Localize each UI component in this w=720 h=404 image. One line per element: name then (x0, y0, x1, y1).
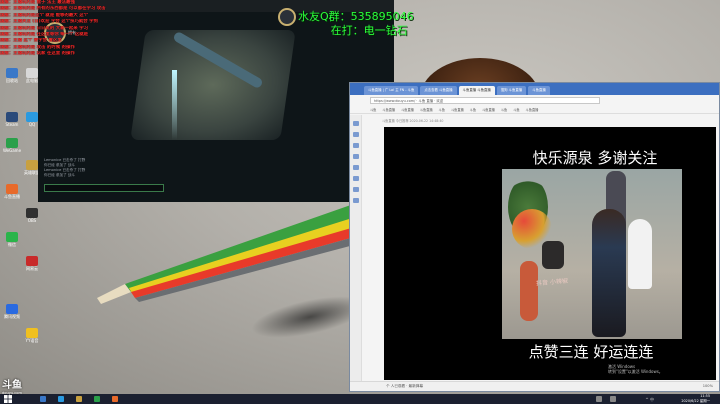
taskbar: ^ 中 11:55 2020/6/22 星期一 (0, 394, 720, 404)
overlay-line: 国服：主播玩的是 玩家 在这里 的操作 (0, 51, 75, 57)
app-icon (6, 68, 18, 78)
bookmark-item[interactable]: 斗鱼直播 (482, 107, 495, 112)
current-rank: 在打：电一钻石 (330, 24, 408, 37)
browser-sidebar (350, 115, 362, 391)
desktop-icon[interactable]: OBS (22, 208, 42, 232)
sidebar-game-icon[interactable] (352, 176, 359, 181)
app-icon (26, 112, 38, 122)
browser-tab-strip: 斗鱼直播 | 广 Lol 主 FN - 斗鱼 点击查看 斗鱼直播 斗鱼直播 斗鱼… (350, 83, 719, 95)
bookmark-item[interactable]: 斗鱼 (513, 107, 519, 112)
browser-window[interactable]: 斗鱼直播 | 广 Lol 主 FN - 斗鱼 点击查看 斗鱼直播 斗鱼直播 斗鱼… (349, 82, 720, 392)
browser-tab[interactable]: 搜狗 斗鱼直播 (496, 86, 527, 95)
bookmark-item[interactable]: 斗鱼直播 (420, 107, 433, 112)
desktop-icon[interactable]: 回收站 (2, 68, 22, 92)
bookmark-item[interactable]: 斗鱼直播 (401, 107, 414, 112)
video-watermark: 抖音 小辣椒 (535, 277, 569, 288)
tray-text[interactable]: ^ 中 (645, 397, 654, 403)
sidebar-star-icon[interactable] (352, 132, 359, 137)
video-caption-bottom: 点赞三连 好运连连 (528, 343, 654, 361)
sidebar-mail-icon[interactable] (352, 165, 359, 170)
windows-start-icon[interactable] (4, 395, 12, 403)
tray-network-icon[interactable] (596, 396, 602, 402)
qq-group-overlay: 水友Q群：535895046 在打：电一钻石 (298, 10, 414, 38)
app-icon (6, 112, 18, 122)
sidebar-home-icon[interactable] (352, 121, 359, 126)
app-icon (26, 208, 38, 218)
chat-line: 你已经 参加了 战斗 (44, 173, 76, 177)
app-icon (26, 160, 38, 170)
status-left: 个 人已观看 · 最新弹幕 (386, 384, 423, 388)
app-icon (26, 328, 38, 338)
address-bar[interactable]: https://www.douyu.com/ · 斗鱼 直播 · 欢迎 (370, 96, 600, 104)
taskbar-app-icon[interactable] (94, 396, 100, 402)
video-caption-top: 快乐源泉 多谢关注 (532, 149, 658, 167)
taskbar-app-icon[interactable] (112, 396, 118, 402)
bookmark-item[interactable]: 斗鱼 (470, 107, 476, 112)
app-icon (6, 232, 18, 242)
browser-tab[interactable]: 斗鱼直播 (528, 86, 550, 95)
video-white-figure (628, 219, 652, 289)
app-icon (26, 256, 38, 266)
desktop-icon[interactable]: 腾讯视频 (2, 304, 22, 328)
game-chat-log: Lemonice 已击杀了 打野 你已经 参加了 战斗 Lemonice 已击杀… (44, 158, 134, 178)
desktop-icon[interactable]: 微信 (2, 232, 22, 256)
bookmark-item[interactable]: 斗鱼直播 (451, 107, 464, 112)
bookmark-item[interactable]: 斗鱼 (501, 107, 507, 112)
sidebar-download-icon[interactable] (352, 154, 359, 159)
douyu-watermark-logo: 斗鱼 douyu.com (2, 380, 22, 396)
video-frame[interactable]: 抖音 小辣椒 (502, 169, 682, 339)
desktop-icon[interactable]: Steam (2, 112, 22, 136)
video-child (520, 261, 538, 321)
video-dog (542, 241, 564, 269)
bookmarks-bar: 斗鱼 斗鱼直播 斗鱼直播 斗鱼直播 斗鱼 斗鱼直播 斗鱼 斗鱼直播 斗鱼 斗鱼 … (350, 105, 719, 114)
stream-overlay-text: 国服：主播玩的是 盘子 法王 最法最强 国服：主播玩的是 所有的东西都是 可以都… (0, 0, 180, 58)
windows-activation-notice: 激活 Windows 转到"设置"以激活 Windows。 (608, 364, 663, 374)
app-icon (6, 138, 18, 148)
video-woman (592, 209, 626, 337)
zoom-level[interactable]: 100% (703, 382, 713, 391)
app-icon (6, 304, 18, 314)
game-chat-input[interactable] (44, 184, 164, 192)
taskbar-clock[interactable]: 11:55 2020/6/22 星期一 (681, 394, 710, 404)
qq-group-number: 水友Q群：535895046 (298, 10, 414, 23)
bookmark-item[interactable]: 斗鱼 (370, 107, 376, 112)
app-icon (6, 184, 18, 194)
browser-status-bar: 个 人已观看 · 最新弹幕 100% (350, 381, 719, 391)
address-bar-row: https://www.douyu.com/ · 斗鱼 直播 · 欢迎 (350, 95, 719, 105)
sidebar-note-icon[interactable] (352, 187, 359, 192)
sidebar-history-icon[interactable] (352, 143, 359, 148)
bookmark-item[interactable]: 斗鱼直播 (526, 107, 539, 112)
desktop-icon[interactable]: YY语音 (22, 328, 42, 352)
app-icon (26, 68, 38, 78)
tray-volume-icon[interactable] (610, 396, 616, 402)
wallpaper-pen-image (97, 200, 365, 304)
taskbar-explorer-icon[interactable] (40, 396, 46, 402)
browser-tab-active[interactable]: 斗鱼直播 斗鱼直播 (458, 86, 495, 95)
desktop-icon[interactable]: WeGame (2, 138, 22, 162)
browser-tab[interactable]: 点击查看 斗鱼直播 (420, 86, 457, 95)
sidebar-settings-icon[interactable] (352, 198, 359, 203)
post-meta: 斗鱼直播 今日推荐 2020-06-22 14:48:40 (382, 119, 444, 123)
bookmark-item[interactable]: 斗鱼 (439, 107, 445, 112)
desktop-icon[interactable]: 网易云 (22, 256, 42, 280)
minion-avatar (278, 8, 296, 26)
taskbar-game-icon[interactable] (76, 396, 82, 402)
desktop-icon[interactable]: 斗鱼直播 (2, 184, 22, 208)
bookmark-item[interactable]: 斗鱼直播 (382, 107, 395, 112)
game-light-beam (172, 70, 177, 140)
browser-tab[interactable]: 斗鱼直播 | 广 Lol 主 FN - 斗鱼 (364, 86, 419, 95)
taskbar-browser-icon[interactable] (58, 396, 64, 402)
